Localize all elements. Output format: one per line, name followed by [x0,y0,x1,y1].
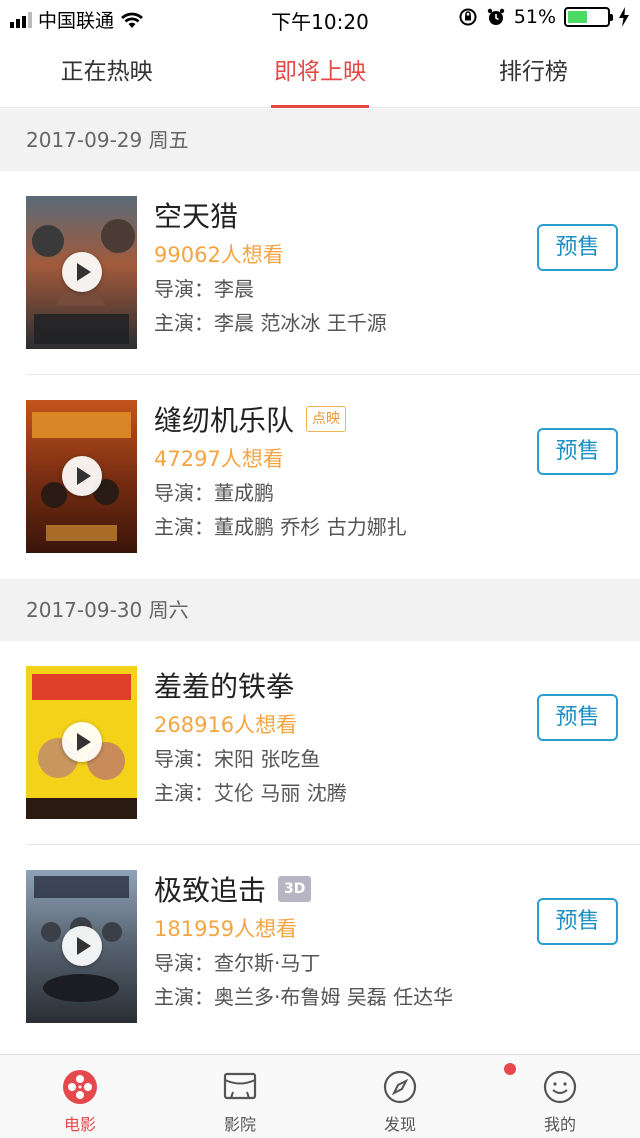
tab-bar: 正在热映 即将上映 排行榜 [0,36,640,108]
cast-row: 主演：李晨 范冰冰 王千源 [154,306,387,340]
director-names: 宋阳 张吃鱼 [214,747,321,771]
cast-row: 主演：艾伦 马丽 沈腾 [154,776,347,810]
rotation-lock-icon [459,8,477,26]
movie-title[interactable]: 空天猎 [154,195,238,235]
title-row: 缝纫机乐队 点映 [154,399,407,439]
tab-coming-soon[interactable]: 即将上映 [213,36,426,107]
compass-icon [383,1070,417,1104]
cast-label: 主演： [154,985,214,1009]
presale-button[interactable]: 预售 [537,224,618,271]
title-row: 极致追击 3D [154,869,453,909]
title-row: 羞羞的铁拳 [154,665,347,705]
3d-badge: 3D [278,876,312,902]
app-screen: 中国联通 下午10:20 51% 正在热映 即将上映 排行榜 2017-09-2… [0,0,640,1138]
play-icon[interactable] [62,722,102,762]
status-right: 51% [458,6,630,28]
tab-now-showing[interactable]: 正在热映 [0,36,213,107]
battery-percent: 51% [513,6,556,28]
director-label: 导演： [154,277,214,301]
movie-title[interactable]: 极致追击 [154,869,266,909]
battery-icon [564,7,613,27]
title-row: 空天猎 [154,195,387,235]
want-count: 181959人想看 [154,917,298,941]
cast-label: 主演： [154,515,214,539]
movie-poster[interactable] [26,400,137,553]
tab-label: 正在热映 [60,59,153,85]
cast-row: 主演：董成鹏 乔杉 古力娜扎 [154,510,407,544]
cinema-icon [223,1072,257,1100]
tab-label: 排行榜 [498,59,568,85]
want-count: 47297人想看 [154,447,284,471]
want-count: 268916人想看 [154,713,298,737]
director-names: 董成鹏 [214,481,274,505]
nav-label: 发现 [383,1115,416,1134]
director-label: 导演： [154,951,214,975]
movie-item[interactable]: 羞羞的铁拳 268916人想看 导演：宋阳 张吃鱼 主演：艾伦 马丽 沈腾 预售 [0,641,640,845]
profile-icon [543,1070,577,1104]
movie-title[interactable]: 羞羞的铁拳 [154,665,294,705]
bottom-nav: 电影 影院 发现 我的 [0,1054,640,1138]
nav-movies[interactable]: 电影 [0,1055,160,1138]
nav-label: 影院 [223,1115,256,1134]
film-reel-icon [63,1070,97,1104]
tab-rankings[interactable]: 排行榜 [427,36,640,107]
nav-label: 电影 [63,1115,96,1134]
play-icon[interactable] [62,456,102,496]
tab-label: 即将上映 [273,59,366,85]
date-header: 2017-09-29 周五 [0,109,640,171]
movie-info: 缝纫机乐队 点映 47297人想看 导演：董成鹏 主演：董成鹏 乔杉 古力娜扎 [154,399,407,544]
nav-cinemas[interactable]: 影院 [160,1055,320,1138]
presale-button[interactable]: 预售 [537,694,618,741]
cast-names: 奥兰多·布鲁姆 吴磊 任达华 [214,985,454,1009]
movie-info: 空天猎 99062人想看 导演：李晨 主演：李晨 范冰冰 王千源 [154,195,387,340]
movie-info: 羞羞的铁拳 268916人想看 导演：宋阳 张吃鱼 主演：艾伦 马丽 沈腾 [154,665,347,810]
cast-names: 董成鹏 乔杉 古力娜扎 [214,515,407,539]
cast-label: 主演： [154,311,214,335]
movie-poster[interactable] [26,666,137,819]
date-header: 2017-09-30 周六 [0,579,640,641]
director-label: 导演： [154,481,214,505]
cast-label: 主演： [154,781,214,805]
movie-poster[interactable] [26,870,137,1023]
cast-names: 艾伦 马丽 沈腾 [214,781,347,805]
director-label: 导演： [154,747,214,771]
play-icon[interactable] [62,252,102,292]
presale-button[interactable]: 预售 [537,428,618,475]
charging-icon [619,7,629,27]
director-row: 导演：李晨 [154,272,387,306]
movie-title[interactable]: 缝纫机乐队 [154,399,294,439]
nav-label: 我的 [543,1115,576,1134]
preview-screening-badge: 点映 [306,406,347,432]
movie-item[interactable]: 极致追击 3D 181959人想看 导演：查尔斯·马丁 主演：奥兰多·布鲁姆 吴… [0,845,640,1049]
director-names: 查尔斯·马丁 [214,951,321,975]
cast-row: 主演：奥兰多·布鲁姆 吴磊 任达华 [154,980,453,1014]
presale-button[interactable]: 预售 [537,898,618,945]
movie-poster[interactable] [26,196,137,349]
director-row: 导演：查尔斯·马丁 [154,946,453,980]
movie-item[interactable]: 缝纫机乐队 点映 47297人想看 导演：董成鹏 主演：董成鹏 乔杉 古力娜扎 … [0,375,640,579]
movie-item[interactable]: 空天猎 99062人想看 导演：李晨 主演：李晨 范冰冰 王千源 预售 [0,171,640,375]
cast-names: 李晨 范冰冰 王千源 [214,311,387,335]
alarm-icon [487,8,504,25]
nav-profile[interactable]: 我的 [480,1055,640,1138]
want-count: 99062人想看 [154,243,284,267]
director-names: 李晨 [214,277,254,301]
play-icon[interactable] [62,926,102,966]
director-row: 导演：董成鹏 [154,476,407,510]
movie-list[interactable]: 2017-09-29 周五 空天猎 99062人想看 导演：李晨 主演：李晨 范… [0,109,640,1054]
nav-discover[interactable]: 发现 [320,1055,516,1138]
movie-info: 极致追击 3D 181959人想看 导演：查尔斯·马丁 主演：奥兰多·布鲁姆 吴… [154,869,453,1014]
status-bar: 中国联通 下午10:20 51% [0,0,640,36]
director-row: 导演：宋阳 张吃鱼 [154,742,347,776]
